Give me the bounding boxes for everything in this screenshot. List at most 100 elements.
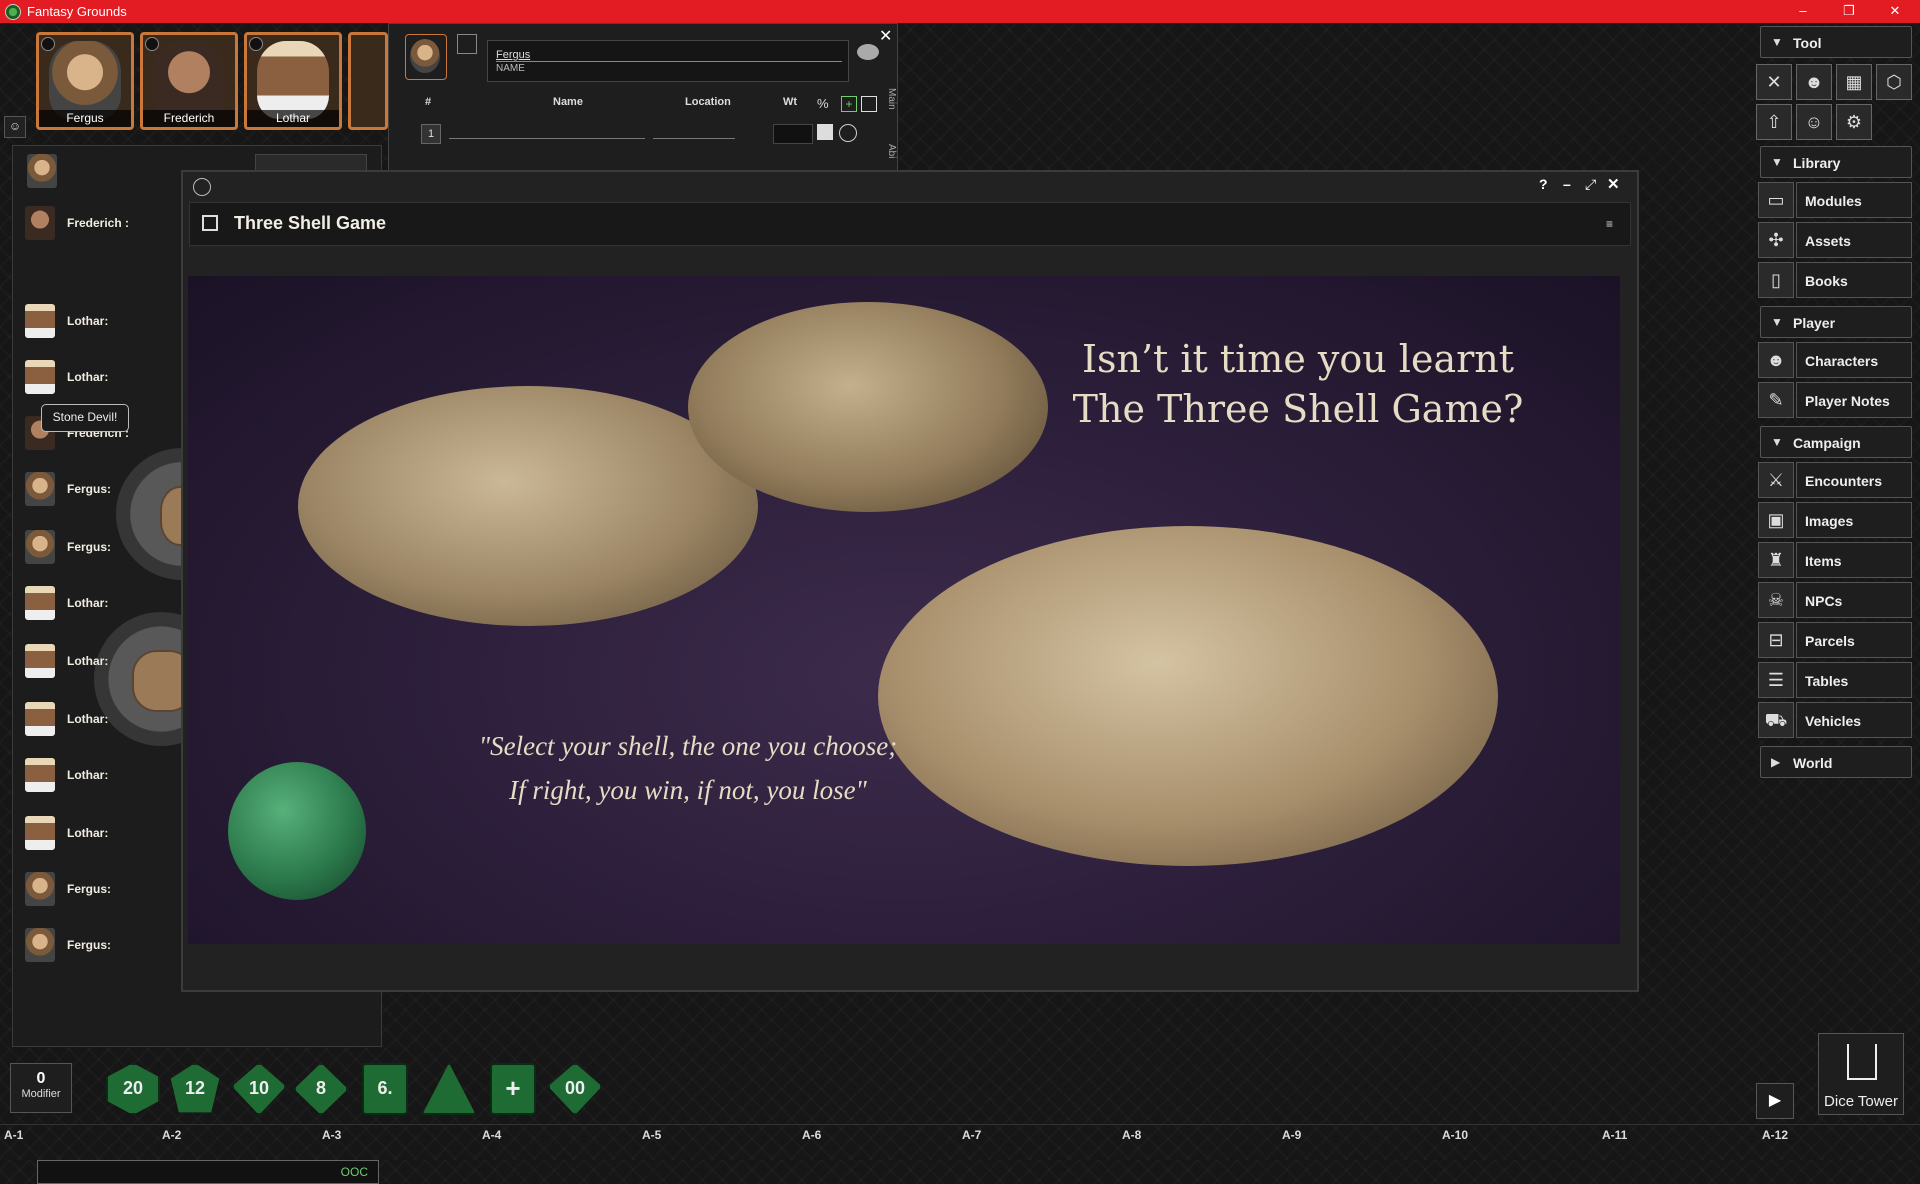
menu-icon[interactable]: ≡ — [1606, 217, 1613, 231]
sidebar-item-characters[interactable]: ☻ Characters — [1758, 342, 1914, 378]
dice-tower-button[interactable]: Dice Tower — [1818, 1033, 1904, 1115]
d4-die[interactable]: 4 — [422, 1063, 476, 1115]
world-label: World — [1793, 755, 1833, 771]
dice-tool-icon[interactable]: ⬡ — [1876, 64, 1912, 100]
image-title-bar: Three Shell Game ≡ — [189, 202, 1631, 246]
chat-speaker: Fergus: — [67, 882, 112, 896]
campaign-header[interactable]: ▼ Campaign — [1760, 426, 1912, 458]
world-header[interactable]: ▶ World — [1760, 746, 1912, 778]
grid-label: A-10 — [1442, 1128, 1469, 1142]
grid-label: A-4 — [482, 1128, 502, 1142]
sidebar-item-npcs[interactable]: ☠ NPCs — [1758, 582, 1914, 618]
sidebar-item-items[interactable]: ♜ Items — [1758, 542, 1914, 578]
chat-message: Fergus: — [25, 872, 111, 906]
party-tool-icon[interactable]: ☻ — [1796, 64, 1832, 100]
d10-die[interactable]: 10 — [232, 1063, 286, 1115]
portrait-status-icon — [41, 37, 55, 51]
tab-abilities[interactable]: Abi — [885, 144, 897, 158]
portrait-status-icon — [145, 37, 159, 51]
chat-mode-label: OOC — [340, 1165, 368, 1179]
portrait-lothar[interactable]: Lothar — [244, 32, 342, 130]
sidebar-item-label: Books — [1805, 273, 1848, 289]
portrait-partial[interactable] — [348, 32, 388, 130]
edit-list-icon[interactable] — [861, 96, 877, 112]
chat-speaker: Lothar: — [67, 712, 109, 726]
library-header[interactable]: ▼ Library — [1760, 146, 1912, 178]
maximize-icon[interactable]: ⤢ — [1585, 176, 1596, 193]
combat-tool-icon[interactable]: ✕ — [1756, 64, 1792, 100]
sidebar-item-modules[interactable]: ▭ Modules — [1758, 182, 1914, 218]
tool-header[interactable]: ▼ Tool — [1760, 26, 1912, 58]
campaign-label: Campaign — [1793, 435, 1861, 451]
inventory-window: Fergus NAME ✕ # Name Location Wt % + 1 M… — [388, 23, 898, 177]
item-location-field[interactable] — [653, 138, 735, 139]
sidebar-item-books[interactable]: ▯ Books — [1758, 262, 1914, 298]
restore-button[interactable]: ❐ — [1826, 0, 1872, 23]
chat-avatar — [25, 758, 55, 792]
d6-die[interactable]: 6. — [362, 1063, 408, 1115]
stone-devil-button[interactable]: Stone Devil! — [41, 404, 129, 432]
list-icon: ☰ — [1758, 662, 1794, 698]
character-name: Fergus — [496, 49, 531, 61]
chat-avatar — [25, 928, 55, 962]
d100-die[interactable]: 00 — [548, 1063, 602, 1115]
sidebar-item-images[interactable]: ▣ Images — [1758, 502, 1914, 538]
puzzle-icon: ✣ — [1758, 222, 1794, 258]
sidebar-item-vehicles[interactable]: ⛟ Vehicles — [1758, 702, 1914, 738]
calendar-tool-icon[interactable]: ▦ — [1836, 64, 1872, 100]
sidebar-item-player-notes[interactable]: ✎ Player Notes — [1758, 382, 1914, 418]
d8-die[interactable]: 8 — [294, 1063, 348, 1115]
help-icon[interactable]: ? — [1539, 176, 1548, 192]
chat-speaker: Lothar: — [67, 314, 109, 328]
sidebar-item-encounters[interactable]: ⚔ Encounters — [1758, 462, 1914, 498]
add-item-icon[interactable]: + — [841, 96, 857, 112]
sidebar-item-label: NPCs — [1805, 593, 1843, 609]
close-inventory-icon[interactable]: ✕ — [879, 26, 892, 46]
portrait-fergus[interactable]: Fergus — [36, 32, 134, 130]
minimize-button[interactable]: – — [1780, 0, 1826, 23]
sidebar-item-parcels[interactable]: ⊟ Parcels — [1758, 622, 1914, 658]
item-link-icon[interactable] — [839, 124, 857, 142]
user-tool-icon[interactable]: ☺ — [1796, 104, 1832, 140]
item-weight-field[interactable] — [773, 124, 813, 144]
portrait-thumb-icon[interactable] — [457, 34, 477, 54]
d12-die[interactable]: 12 — [168, 1063, 222, 1115]
collapse-icon: ▼ — [1771, 155, 1783, 169]
chat-message: Fergus: — [25, 472, 111, 506]
speech-bubble-icon[interactable] — [857, 44, 879, 60]
sidebar-item-assets[interactable]: ✣ Assets — [1758, 222, 1914, 258]
link-icon[interactable] — [193, 178, 211, 196]
three-shell-game-image[interactable]: Isn’t it time you learnt The Three Shell… — [188, 276, 1620, 944]
tab-main[interactable]: Main — [885, 88, 897, 110]
portrait-frederich[interactable]: Frederich — [140, 32, 238, 130]
percent-icon[interactable]: % — [817, 96, 835, 112]
lothar-face-image — [257, 41, 329, 119]
vehicle-icon: ⛟ — [1758, 702, 1794, 738]
add-dice-button[interactable]: + — [490, 1063, 536, 1115]
item-carried-icon[interactable] — [817, 124, 833, 140]
fergus-face-image — [49, 41, 121, 119]
sidebar-item-label: Characters — [1805, 353, 1879, 369]
modifier-box[interactable]: 0 Modifier — [10, 1063, 72, 1113]
close-icon[interactable]: ✕ — [1607, 175, 1620, 193]
minimize-icon[interactable]: – — [1563, 176, 1571, 192]
upload-tool-icon[interactable]: ⇧ — [1756, 104, 1792, 140]
sidebar-item-tables[interactable]: ☰ Tables — [1758, 662, 1914, 698]
image-title: Three Shell Game — [234, 213, 387, 233]
chat-avatar — [25, 644, 55, 678]
chat-self-avatar — [27, 154, 57, 188]
chat-input[interactable]: OOC — [37, 1160, 379, 1184]
chat-speaker: Fergus: — [67, 540, 112, 554]
inventory-portrait[interactable] — [405, 34, 447, 80]
party-icon[interactable]: ☺ — [4, 116, 26, 138]
play-icon[interactable]: ▶ — [1756, 1083, 1794, 1119]
item-name-field[interactable] — [449, 138, 645, 139]
player-label: Player — [1793, 315, 1836, 331]
settings-tool-icon[interactable]: ⚙ — [1836, 104, 1872, 140]
grid-label: A-12 — [1762, 1128, 1789, 1142]
player-header[interactable]: ▼ Player — [1760, 306, 1912, 338]
d20-die[interactable]: 20 — [106, 1063, 160, 1115]
collapse-icon: ▼ — [1771, 435, 1783, 449]
close-window-button[interactable]: ✕ — [1872, 0, 1918, 23]
character-name-field[interactable]: Fergus NAME — [487, 40, 849, 82]
